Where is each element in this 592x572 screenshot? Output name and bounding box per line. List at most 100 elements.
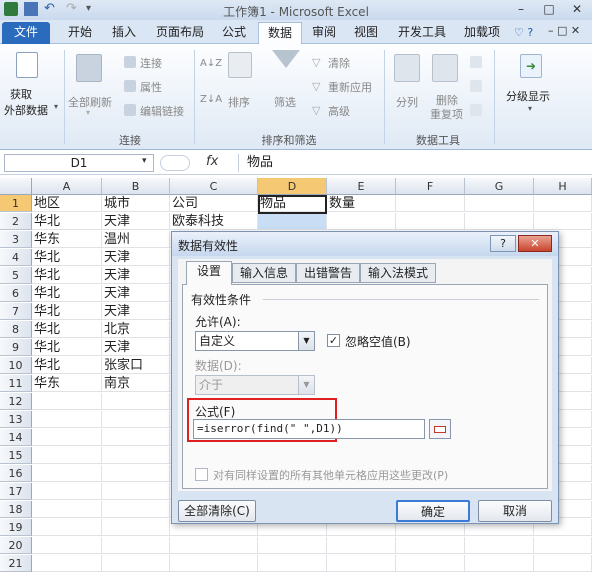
row-header[interactable]: 12 bbox=[0, 393, 32, 410]
table-cell[interactable]: 华东 bbox=[32, 231, 102, 248]
row-header[interactable]: 14 bbox=[0, 429, 32, 446]
table-cell[interactable] bbox=[102, 465, 170, 482]
table-cell[interactable]: 华北 bbox=[32, 249, 102, 266]
table-cell[interactable] bbox=[534, 213, 592, 230]
maximize-icon[interactable]: □ bbox=[536, 0, 562, 18]
table-cell[interactable] bbox=[258, 537, 327, 554]
table-cell[interactable] bbox=[327, 537, 396, 554]
chevron-down-icon[interactable]: ▾ bbox=[54, 102, 58, 111]
table-cell[interactable] bbox=[534, 537, 592, 554]
table-cell[interactable] bbox=[465, 195, 534, 212]
table-cell[interactable] bbox=[465, 537, 534, 554]
table-cell[interactable] bbox=[102, 393, 170, 410]
table-cell[interactable] bbox=[396, 555, 465, 572]
table-cell[interactable]: 公司 bbox=[170, 195, 258, 212]
table-cell[interactable] bbox=[170, 537, 258, 554]
dialog-tab-settings[interactable]: 设置 bbox=[186, 261, 232, 285]
table-cell[interactable]: 华北 bbox=[32, 303, 102, 320]
table-cell[interactable] bbox=[327, 555, 396, 572]
chevron-down-icon[interactable]: ▾ bbox=[528, 104, 532, 113]
row-header[interactable]: 18 bbox=[0, 501, 32, 518]
outline-button[interactable]: 分级显示 bbox=[506, 88, 550, 104]
sort-ascending-icon[interactable]: A↓Z bbox=[200, 58, 222, 69]
table-cell[interactable] bbox=[102, 411, 170, 428]
remove-duplicates-label-2[interactable]: 重复项 bbox=[430, 106, 463, 122]
table-cell[interactable] bbox=[534, 195, 592, 212]
consolidate-icon[interactable] bbox=[470, 80, 482, 92]
sort-descending-icon[interactable]: Z↓A bbox=[200, 94, 222, 105]
table-cell[interactable]: 华北 bbox=[32, 213, 102, 230]
table-cell[interactable]: 华北 bbox=[32, 285, 102, 302]
table-cell[interactable]: 南京 bbox=[102, 375, 170, 392]
table-cell[interactable] bbox=[32, 393, 102, 410]
filter-button[interactable]: 筛选 bbox=[274, 94, 296, 110]
table-cell[interactable] bbox=[32, 519, 102, 536]
column-header-e[interactable]: E bbox=[327, 178, 396, 195]
text-to-columns-button[interactable]: 分列 bbox=[396, 94, 418, 110]
row-header[interactable]: 21 bbox=[0, 555, 32, 572]
table-cell[interactable] bbox=[32, 537, 102, 554]
help-icon[interactable]: ♡ ? bbox=[514, 26, 533, 39]
dialog-help-button[interactable]: ? bbox=[490, 235, 516, 252]
table-cell[interactable]: 欧泰科技 bbox=[170, 213, 258, 230]
table-cell[interactable]: 张家口 bbox=[102, 357, 170, 374]
advanced-button[interactable]: 高级 bbox=[328, 103, 350, 119]
formula-input-field[interactable]: =iserror(find(" ",D1)) bbox=[193, 419, 425, 439]
dialog-close-button[interactable]: ✕ bbox=[518, 235, 552, 252]
table-cell[interactable] bbox=[102, 501, 170, 518]
row-header[interactable]: 11 bbox=[0, 375, 32, 392]
row-header[interactable]: 6 bbox=[0, 285, 32, 302]
table-cell[interactable]: 温州 bbox=[102, 231, 170, 248]
properties-button[interactable]: 属性 bbox=[140, 79, 162, 95]
close-window-icon[interactable]: ✕ bbox=[564, 0, 590, 18]
row-header[interactable]: 2 bbox=[0, 213, 32, 230]
tab-view[interactable]: 视图 bbox=[348, 22, 384, 44]
row-header[interactable]: 9 bbox=[0, 339, 32, 356]
table-cell[interactable]: 地区 bbox=[32, 195, 102, 212]
row-header[interactable]: 5 bbox=[0, 267, 32, 284]
tab-data[interactable]: 数据 bbox=[258, 22, 302, 44]
table-cell[interactable]: 天津 bbox=[102, 267, 170, 284]
table-cell[interactable] bbox=[102, 429, 170, 446]
row-header[interactable]: 13 bbox=[0, 411, 32, 428]
name-box[interactable]: D1 bbox=[4, 154, 154, 172]
dialog-tab-error-alert[interactable]: 出错警告 bbox=[296, 263, 360, 283]
apply-all-checkbox[interactable] bbox=[195, 468, 208, 481]
table-cell[interactable] bbox=[102, 519, 170, 536]
row-header[interactable]: 15 bbox=[0, 447, 32, 464]
ok-button[interactable]: 确定 bbox=[396, 500, 470, 522]
table-cell[interactable] bbox=[32, 501, 102, 518]
table-cell[interactable]: 天津 bbox=[102, 213, 170, 230]
connections-button[interactable]: 连接 bbox=[140, 55, 162, 71]
tab-insert[interactable]: 插入 bbox=[106, 22, 142, 44]
tab-home[interactable]: 开始 bbox=[62, 22, 98, 44]
column-header-d[interactable]: D bbox=[258, 178, 327, 195]
table-cell[interactable] bbox=[465, 213, 534, 230]
insert-function-icon[interactable]: fx bbox=[206, 154, 218, 169]
row-header[interactable]: 10 bbox=[0, 357, 32, 374]
row-header[interactable]: 16 bbox=[0, 465, 32, 482]
dialog-tab-ime-mode[interactable]: 输入法模式 bbox=[360, 263, 436, 283]
ignore-blank-checkbox[interactable]: ✓ bbox=[327, 334, 340, 347]
table-cell[interactable]: 数量 bbox=[327, 195, 396, 212]
table-cell[interactable] bbox=[327, 213, 396, 230]
table-cell[interactable] bbox=[170, 555, 258, 572]
range-selector-icon[interactable] bbox=[429, 419, 451, 439]
row-header[interactable]: 4 bbox=[0, 249, 32, 266]
table-cell[interactable]: 华北 bbox=[32, 321, 102, 338]
table-cell[interactable]: 华北 bbox=[32, 357, 102, 374]
table-cell[interactable]: 华东 bbox=[32, 375, 102, 392]
formula-input[interactable]: 物品 bbox=[238, 154, 588, 172]
minimize-icon[interactable]: – bbox=[508, 0, 534, 18]
row-header[interactable]: 17 bbox=[0, 483, 32, 500]
table-cell[interactable]: 华北 bbox=[32, 339, 102, 356]
table-cell[interactable]: 天津 bbox=[102, 339, 170, 356]
column-header-c[interactable]: C bbox=[170, 178, 258, 195]
table-cell[interactable] bbox=[32, 465, 102, 482]
ribbon-window-controls[interactable]: – □ ✕ bbox=[548, 24, 580, 37]
table-cell[interactable]: 天津 bbox=[102, 303, 170, 320]
tab-file[interactable]: 文件 bbox=[2, 22, 50, 44]
reapply-button[interactable]: 重新应用 bbox=[328, 79, 372, 95]
table-cell[interactable]: 北京 bbox=[102, 321, 170, 338]
name-box-dropdown-icon[interactable]: ▾ bbox=[142, 156, 147, 166]
